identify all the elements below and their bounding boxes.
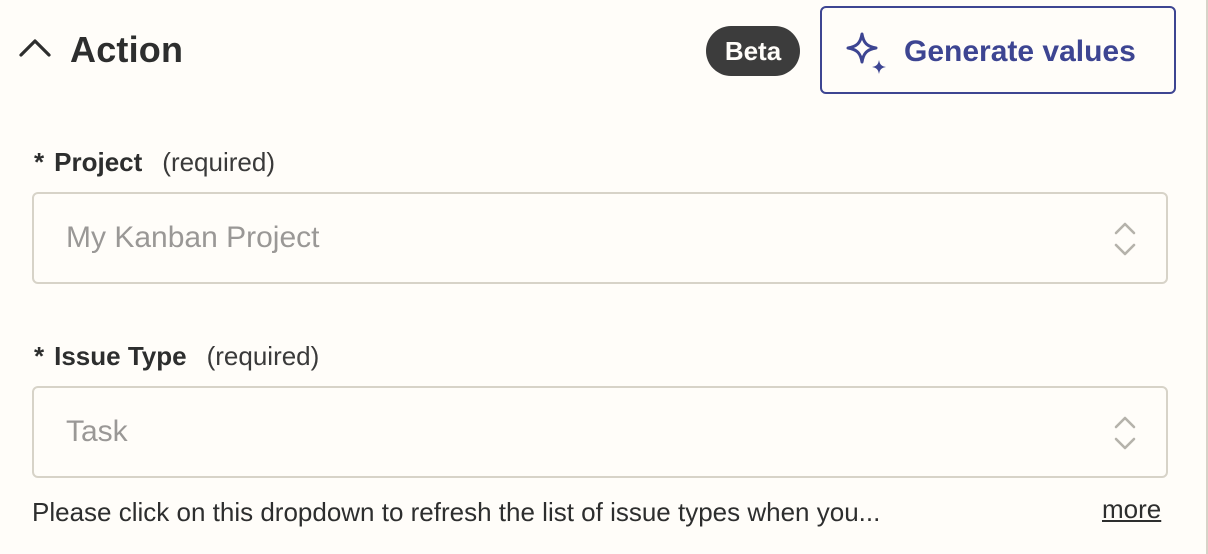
action-section-header: Action Beta Generate values bbox=[0, 0, 1200, 100]
required-asterisk: * bbox=[34, 341, 45, 371]
required-indicator: (required) bbox=[206, 341, 320, 371]
project-label: Project bbox=[54, 147, 143, 177]
issue-type-select-value: Task bbox=[66, 415, 128, 448]
collapse-button[interactable] bbox=[18, 28, 54, 68]
required-indicator: (required) bbox=[162, 147, 275, 177]
project-select-value: My Kanban Project bbox=[66, 221, 320, 254]
issue-type-select[interactable]: Task bbox=[32, 386, 1168, 478]
more-link[interactable]: more bbox=[1102, 492, 1161, 526]
section-title: Action bbox=[70, 29, 184, 70]
project-select[interactable]: My Kanban Project bbox=[32, 192, 1168, 284]
updown-chevron-icon bbox=[1114, 222, 1136, 256]
generate-values-label: Generate values bbox=[904, 35, 1136, 68]
issue-type-label: Issue Type bbox=[54, 341, 187, 371]
beta-badge: Beta bbox=[706, 26, 800, 76]
issue-type-helper-text: Please click on this dropdown to refresh… bbox=[32, 497, 881, 527]
required-asterisk: * bbox=[34, 147, 45, 177]
generate-values-button[interactable]: Generate values bbox=[820, 6, 1176, 94]
chevron-up-icon bbox=[19, 39, 51, 57]
issue-type-field-label: * Issue Type (required) bbox=[34, 339, 319, 373]
sparkle-icon bbox=[846, 32, 886, 74]
project-field-label: * Project (required) bbox=[34, 145, 275, 179]
updown-chevron-icon bbox=[1114, 416, 1136, 450]
